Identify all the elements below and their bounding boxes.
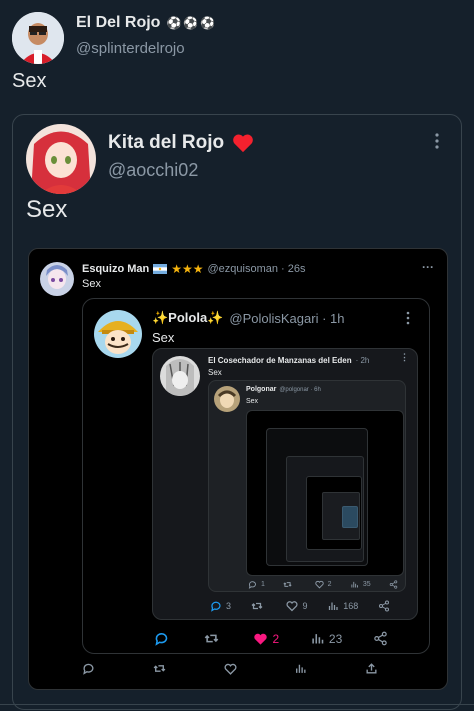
quote3-handle[interactable]: @PololisKagari · 1h bbox=[229, 311, 344, 326]
quote2-display-name[interactable]: Esquizo Man bbox=[82, 263, 149, 275]
outer-display-name[interactable]: El Del Rojo bbox=[76, 14, 160, 32]
quote4-more-options-icon[interactable]: ⋮ bbox=[400, 352, 409, 363]
outer-handle[interactable]: @splinterdelrojo bbox=[76, 40, 185, 57]
quote4-reply-button[interactable]: 3 bbox=[210, 600, 231, 612]
quote2-tweet-text: Sex bbox=[82, 278, 101, 290]
quote4-retweet-button[interactable] bbox=[251, 600, 267, 612]
bottom-divider bbox=[0, 704, 474, 705]
quote3-action-bar: 2 23 bbox=[154, 631, 388, 646]
quote4-tweet-text: Sex bbox=[208, 368, 222, 377]
quote5-like-count: 2 bbox=[327, 581, 332, 588]
quote5-action-bar: 1 2 35 bbox=[248, 580, 398, 589]
quote4-action-bar: 3 9 168 bbox=[210, 600, 390, 612]
quote1-tweet-text: Sex bbox=[26, 196, 68, 223]
quote5-display-name[interactable]: Polgonar bbox=[246, 386, 276, 393]
quote3-share-icon[interactable] bbox=[373, 631, 388, 646]
quote3-tweet-text: Sex bbox=[152, 330, 175, 345]
quote5-retweet-button[interactable] bbox=[283, 580, 296, 589]
quote5-handle[interactable]: @polgonar · 6h bbox=[279, 387, 320, 393]
quote2-handle[interactable]: @ezquisoman · 26s bbox=[208, 263, 306, 275]
quote3-like-button[interactable]: 2 bbox=[253, 632, 279, 646]
quote2-share-icon[interactable] bbox=[365, 662, 378, 675]
quote4-view-count: 168 bbox=[343, 601, 359, 611]
quote4-time: · 2h bbox=[355, 356, 370, 365]
red-heart-icon bbox=[232, 133, 254, 153]
quote5-like-button[interactable]: 2 bbox=[314, 580, 332, 589]
avatar-cosechador[interactable] bbox=[160, 356, 200, 396]
quote5-reply-button[interactable]: 1 bbox=[248, 580, 265, 589]
quote2-more-options-icon[interactable]: ··· bbox=[422, 260, 434, 274]
avatar-polgonar[interactable] bbox=[214, 386, 240, 412]
avatar-polola[interactable] bbox=[94, 310, 142, 358]
quote3-retweet-button[interactable] bbox=[204, 631, 223, 646]
quote4-like-count: 9 bbox=[302, 601, 308, 611]
quote2-like-button[interactable] bbox=[223, 663, 241, 675]
quote4-share-icon[interactable] bbox=[378, 600, 390, 612]
quote4-like-button[interactable]: 9 bbox=[286, 600, 308, 612]
avatar-kita[interactable] bbox=[26, 124, 96, 194]
quote1-display-name[interactable]: Kita del Rojo bbox=[108, 132, 224, 154]
quote5-share-icon[interactable] bbox=[389, 580, 398, 589]
quote2-stars: ★★★ bbox=[171, 262, 204, 276]
quote3-reply-button[interactable] bbox=[154, 631, 173, 646]
quote3-view-count: 23 bbox=[328, 631, 343, 646]
quote3-more-options-icon[interactable] bbox=[404, 311, 412, 325]
quote5-tweet-text: Sex bbox=[246, 398, 259, 405]
quote1-more-options-icon[interactable] bbox=[431, 132, 443, 150]
quote2-action-bar bbox=[82, 662, 378, 675]
quote2-retweet-button[interactable] bbox=[153, 662, 170, 675]
quote4-reply-count: 3 bbox=[226, 601, 232, 611]
argentina-flag-icon bbox=[153, 264, 168, 274]
quote5-views-button[interactable]: 35 bbox=[350, 580, 371, 589]
quote3-like-count: 2 bbox=[272, 631, 280, 646]
quote4-views-button[interactable]: 168 bbox=[327, 600, 358, 612]
quote5-reply-count: 1 bbox=[261, 581, 265, 588]
quote3-views-button[interactable]: 23 bbox=[310, 631, 342, 646]
avatar-el-del-rojo[interactable] bbox=[12, 12, 64, 64]
quote4-display-name[interactable]: El Cosechador de Manzanas del Eden bbox=[208, 356, 352, 365]
quote5-view-count: 35 bbox=[362, 581, 371, 588]
avatar-esquizo[interactable] bbox=[40, 262, 74, 296]
quote2-views-button[interactable] bbox=[294, 662, 311, 675]
quote2-reply-button[interactable] bbox=[82, 662, 99, 675]
outer-tweet-text: Sex bbox=[12, 70, 47, 92]
nested-quote-inner-5 bbox=[342, 506, 358, 528]
outer-name-emoji: ⚽⚽⚽ bbox=[166, 16, 218, 30]
quote1-handle[interactable]: @aocchi02 bbox=[108, 160, 198, 181]
quote3-display-name[interactable]: ✨Pololа✨ bbox=[152, 310, 223, 326]
